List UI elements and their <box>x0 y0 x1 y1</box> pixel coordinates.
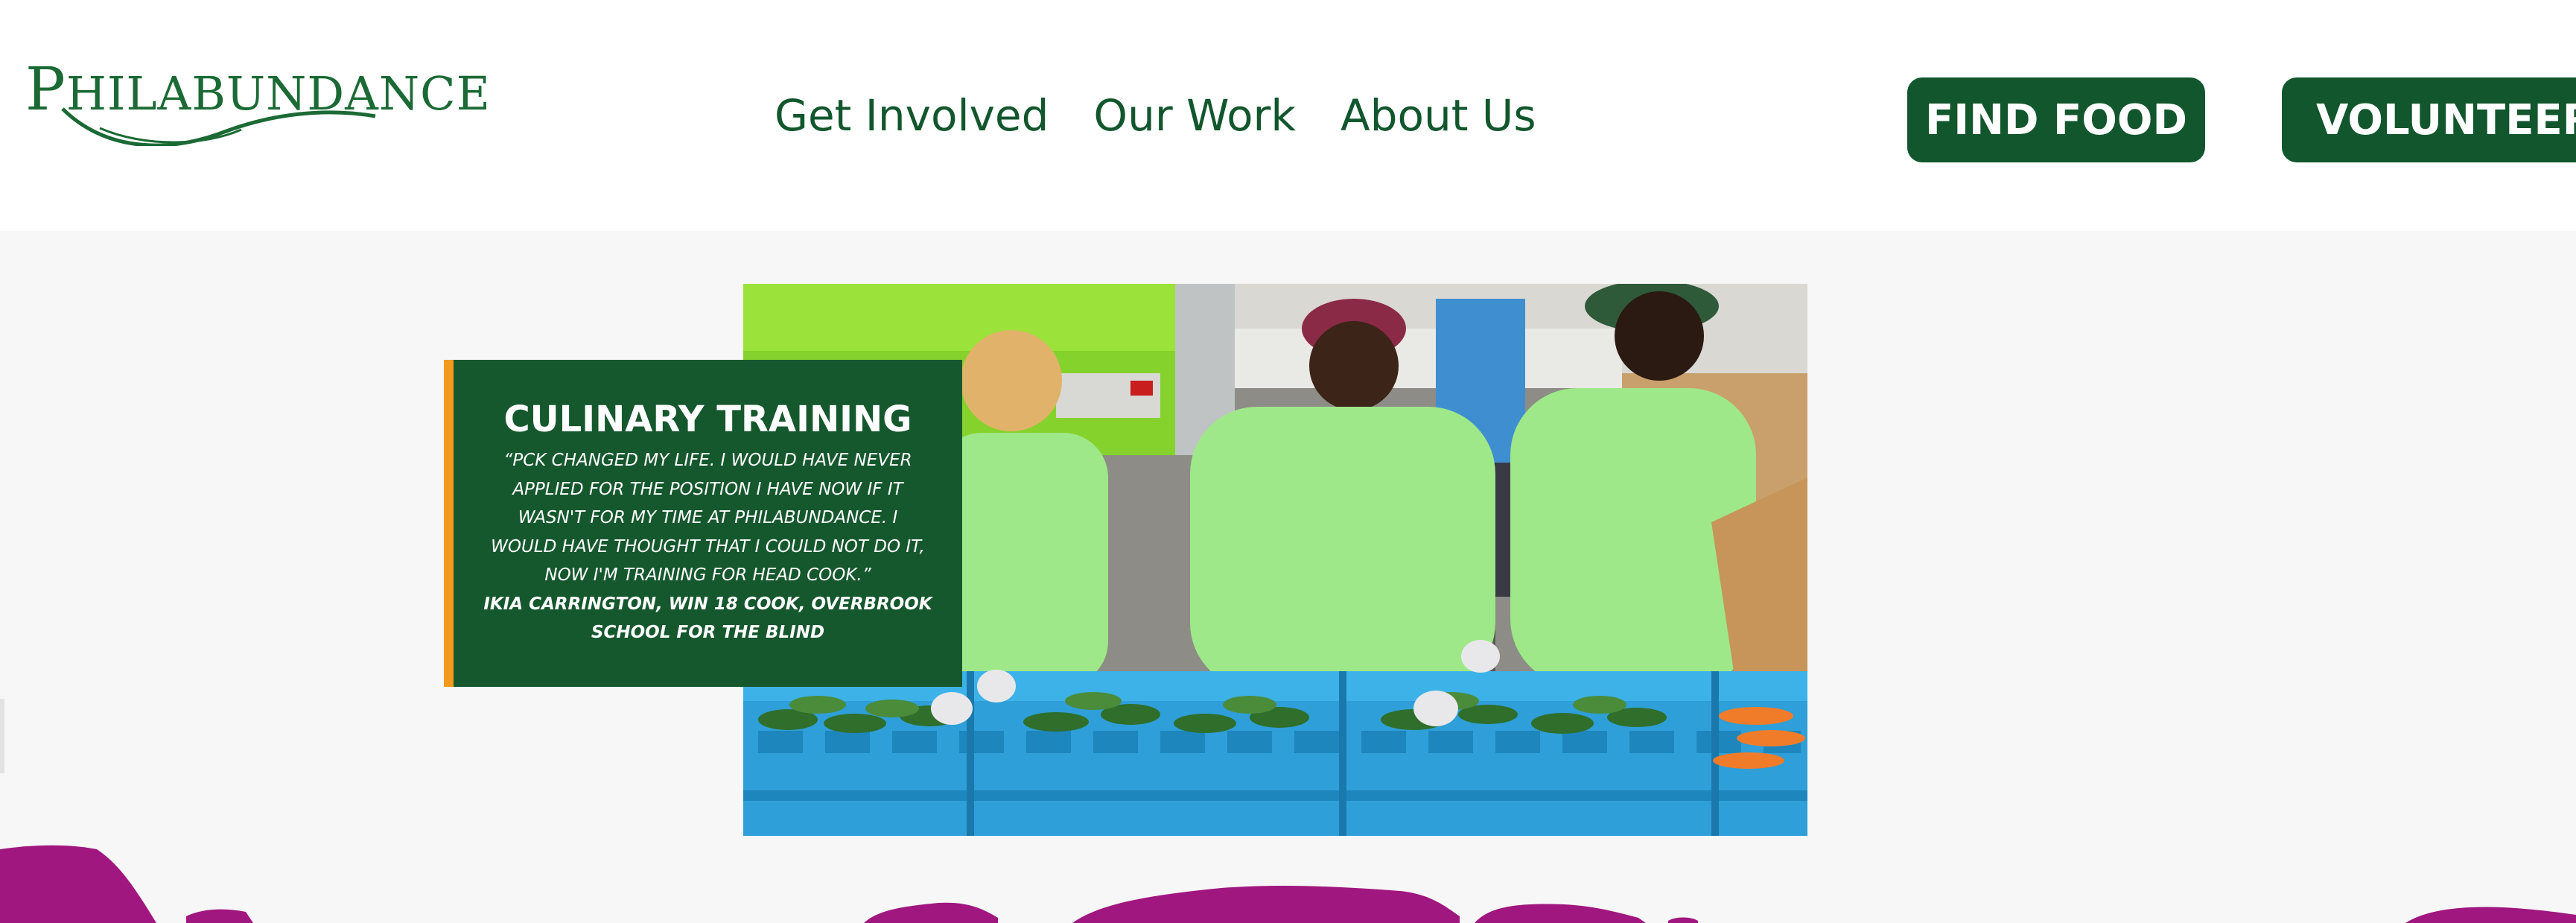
decorative-brush-strokes <box>0 845 2576 923</box>
quote-line: WASN'T FOR MY TIME AT PHILABUNDANCE. I <box>518 508 898 527</box>
site-header: PHILABUNDANCE Get Involved Our Work Abou… <box>0 0 2576 231</box>
find-food-button[interactable]: FIND FOOD <box>1907 77 2205 162</box>
culinary-training-quote-card: CULINARY TRAINING “PCK CHANGED MY LIFE. … <box>444 360 962 687</box>
testimonial-attribution: IKIA CARRINGTON, WIN 18 COOK, OVERBROOK … <box>480 590 935 647</box>
card-title: CULINARY TRAINING <box>503 399 912 440</box>
testimonial-quote: “PCK CHANGED MY LIFE. I WOULD HAVE NEVER… <box>480 446 935 590</box>
nav-about-us[interactable]: About Us <box>1341 88 1536 143</box>
philabundance-logo[interactable]: PHILABUNDANCE <box>25 60 490 146</box>
attribution-line: IKIA CARRINGTON, WIN 18 COOK, OVERBROOK <box>483 594 932 614</box>
logo-swoosh-icon <box>61 107 376 146</box>
nav-our-work[interactable]: Our Work <box>1093 88 1296 143</box>
quote-line: APPLIED FOR THE POSITION I HAVE NOW IF I… <box>512 479 903 499</box>
quote-line: NOW I'M TRAINING FOR HEAD COOK.” <box>544 565 871 585</box>
quote-line: WOULD HAVE THOUGHT THAT I COULD NOT DO I… <box>491 536 925 556</box>
volunteer-button[interactable]: VOLUNTEER <box>2282 77 2576 162</box>
main-nav: Get Involved Our Work About Us <box>775 88 1536 143</box>
quote-line: “PCK CHANGED MY LIFE. I WOULD HAVE NEVER <box>503 451 912 470</box>
side-tab[interactable] <box>0 699 4 773</box>
attribution-line: SCHOOL FOR THE BLIND <box>591 623 825 642</box>
nav-get-involved[interactable]: Get Involved <box>775 88 1049 143</box>
